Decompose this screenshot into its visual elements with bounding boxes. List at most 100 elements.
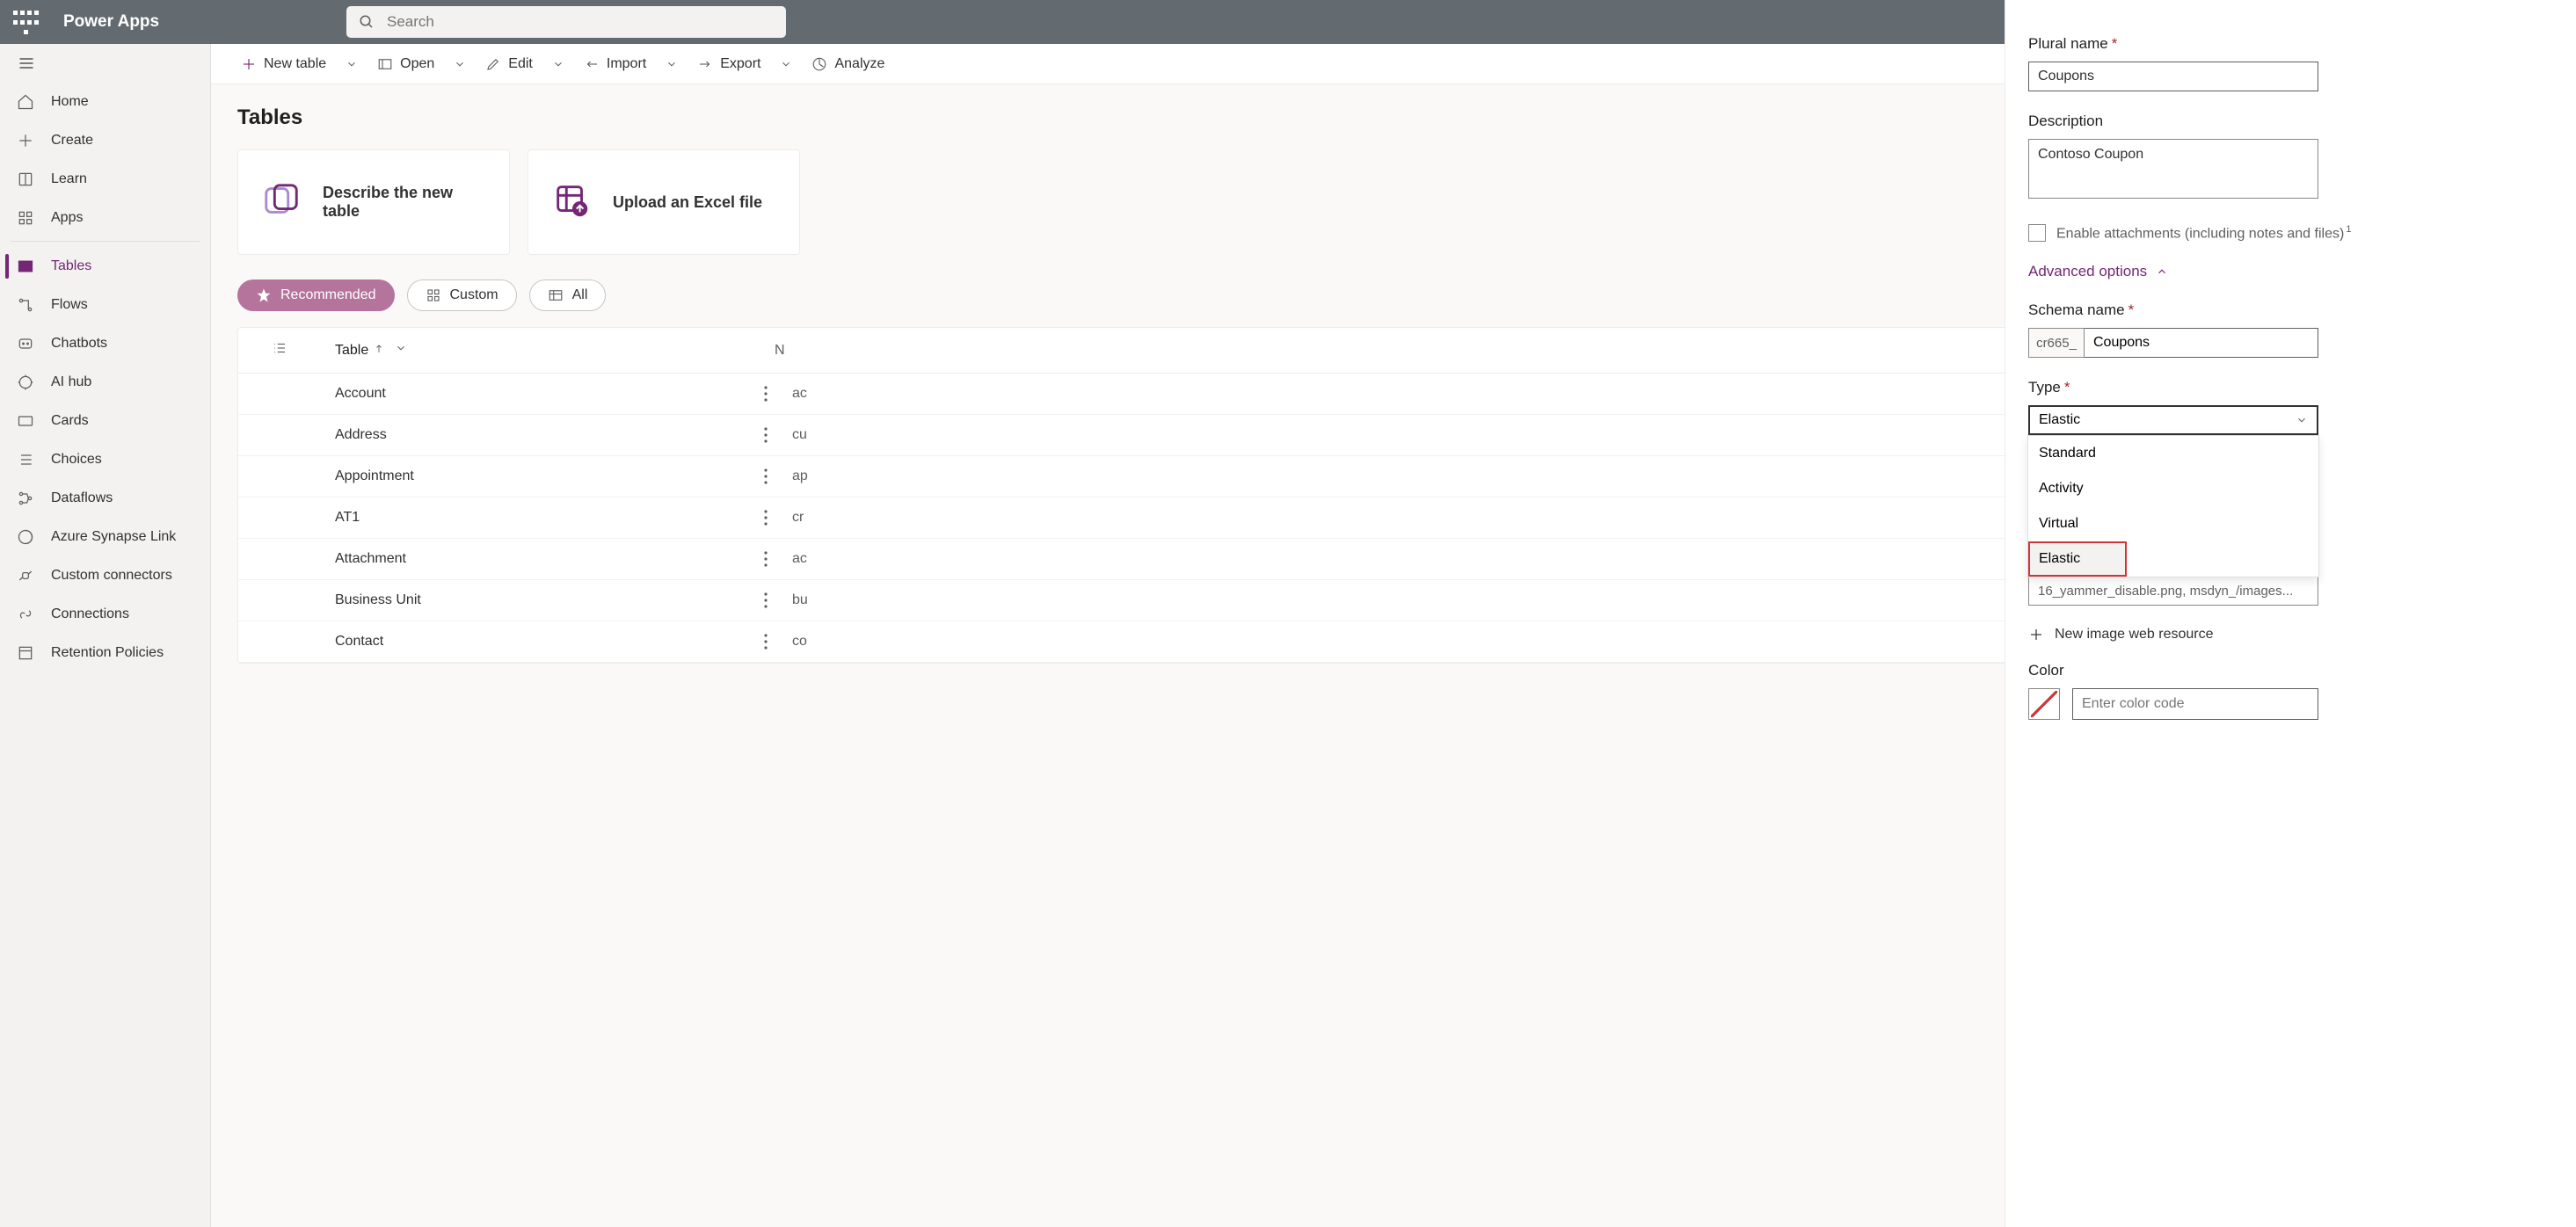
card-upload-excel[interactable]: Upload an Excel file [528,149,800,255]
cmd-label: Analyze [834,56,884,72]
nav-choices[interactable]: Choices [0,440,210,479]
edit-button[interactable]: Edit [477,51,542,77]
col-label: Table [335,343,368,359]
nav-collapse-button[interactable] [0,44,210,83]
type-option-standard[interactable]: Standard [2028,436,2318,471]
analyze-button[interactable]: Analyze [803,51,893,77]
row-more-button[interactable] [757,551,775,567]
col-name2-header[interactable]: N [775,343,880,359]
row-more-button[interactable] [757,510,775,526]
nav-learn[interactable]: Learn [0,160,210,199]
checkbox-box[interactable] [2028,224,2046,242]
new-image-label: New image web resource [2055,627,2214,643]
more-vertical-icon [764,468,768,484]
cell-table-name: Account [335,386,757,402]
pill-recommended[interactable]: Recommended [237,280,395,311]
row-more-button[interactable] [757,592,775,608]
nav-tables[interactable]: Tables [0,247,210,286]
nav-label: Learn [51,171,87,187]
cell-col2: cr [792,510,898,526]
cell-table-name: AT1 [335,510,757,526]
more-vertical-icon [764,551,768,567]
type-option-activity[interactable]: Activity [2028,471,2318,506]
connector-icon [16,567,35,584]
new-image-resource-button[interactable]: New image web resource [2028,627,2576,643]
chevron-down-icon [780,58,792,70]
nav-label: Retention Policies [51,645,164,661]
cell-col2: ac [792,386,898,402]
nav-ai-hub[interactable]: AI hub [0,363,210,402]
nav-retention[interactable]: Retention Policies [0,634,210,672]
type-option-elastic[interactable]: Elastic [2028,541,2127,577]
plus-icon [2028,627,2044,643]
nav-label: Azure Synapse Link [51,529,176,545]
row-more-button[interactable] [757,468,775,484]
pill-all[interactable]: All [529,280,607,311]
cell-table-name: Business Unit [335,592,757,608]
export-button[interactable]: Export [688,51,769,77]
type-option-virtual[interactable]: Virtual [2028,506,2318,541]
row-more-button[interactable] [757,386,775,402]
nav-home[interactable]: Home [0,83,210,121]
nav-create[interactable]: Create [0,121,210,160]
book-icon [16,171,35,188]
schema-name-input[interactable] [2085,328,2318,358]
nav-label: Flows [51,297,88,313]
nav-dataflows[interactable]: Dataflows [0,479,210,518]
nav-apps[interactable]: Apps [0,199,210,237]
enable-attachments-checkbox[interactable]: Enable attachments (including notes and … [2028,224,2576,242]
nav-flows[interactable]: Flows [0,286,210,324]
cmd-label: Export [720,56,760,72]
advanced-options-toggle[interactable]: Advanced options [2028,263,2576,280]
search-input[interactable] [387,13,774,31]
open-icon [377,56,393,72]
nav-custom-connectors[interactable]: Custom connectors [0,556,210,595]
row-more-button[interactable] [757,427,775,443]
cmd-label: Import [607,56,646,72]
cmd-label: New table [264,56,326,72]
cell-col2: cu [792,427,898,443]
col-table-header[interactable]: Table [335,342,757,359]
new-table-button[interactable]: New table [232,51,335,77]
import-dropdown[interactable] [659,58,685,70]
cmd-label: Edit [508,56,533,72]
star-icon [256,287,272,303]
nav-connections[interactable]: Connections [0,595,210,634]
table-icon [548,287,564,303]
open-dropdown[interactable] [447,58,473,70]
more-vertical-icon [764,427,768,443]
checkbox-label: Enable attachments (including notes and … [2056,224,2351,242]
waffle-icon[interactable] [12,9,39,35]
nav-chatbots[interactable]: Chatbots [0,324,210,363]
edit-dropdown[interactable] [545,58,571,70]
chevron-down-icon [666,58,678,70]
color-swatch[interactable] [2028,688,2060,720]
cell-col2: ac [792,551,898,567]
plural-name-label: Plural name* [2028,35,2576,53]
chevron-down-icon [2296,414,2308,426]
description-input[interactable] [2028,139,2318,199]
pill-label: Recommended [280,287,376,303]
card-describe-table[interactable]: Describe the new table [237,149,510,255]
type-select[interactable]: Elastic [2028,405,2318,435]
nav-label: Home [51,94,89,110]
plural-name-input[interactable] [2028,62,2318,91]
row-more-button[interactable] [757,634,775,650]
nav-synapse[interactable]: Azure Synapse Link [0,518,210,556]
list-icon[interactable] [272,340,287,360]
global-search[interactable] [346,6,786,38]
chevron-down-icon [346,58,358,70]
pill-label: All [572,287,588,303]
plus-icon [241,56,257,72]
chevron-down-icon[interactable] [384,342,407,359]
color-input[interactable] [2072,688,2318,720]
open-button[interactable]: Open [368,51,443,77]
import-icon [584,56,600,72]
new-table-dropdown[interactable] [338,58,365,70]
nav-cards[interactable]: Cards [0,402,210,440]
import-button[interactable]: Import [575,51,655,77]
dataflow-icon [16,490,35,507]
pill-custom[interactable]: Custom [407,280,517,311]
pencil-icon [485,56,501,72]
export-dropdown[interactable] [773,58,799,70]
